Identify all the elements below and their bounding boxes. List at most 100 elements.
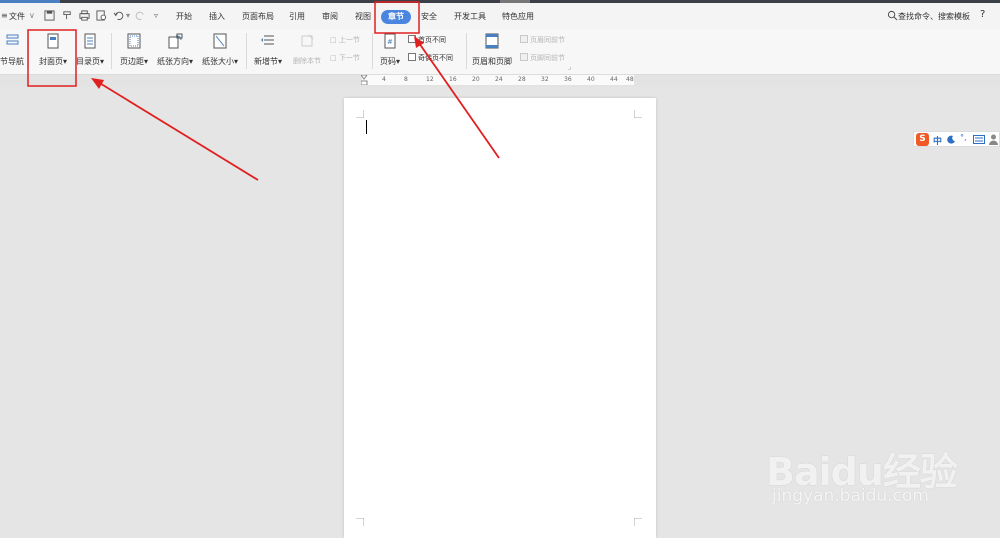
tab-insert[interactable]: 插入	[209, 11, 225, 22]
redo-icon[interactable]	[135, 10, 146, 21]
margins-icon	[126, 33, 142, 49]
margins-label: 页边距▾	[119, 57, 148, 66]
ruler-bar: 4 8 12 16 20 24 28 32 36 40 44 48	[0, 75, 1000, 87]
ribbon-separator	[28, 33, 29, 69]
tab-page-layout[interactable]: 页面布局	[242, 11, 274, 22]
crop-mark-bottom-right	[634, 518, 642, 526]
moon-icon[interactable]	[947, 135, 956, 144]
section-navigation-button[interactable]: 节导航	[0, 33, 24, 67]
crop-mark-top-right	[634, 110, 642, 118]
cover-page-label: 封面页▾	[38, 57, 67, 66]
crop-mark-bottom-left	[356, 518, 364, 526]
section-navigation-icon	[4, 33, 20, 49]
tab-section[interactable]: 章节	[381, 10, 411, 24]
undo-icon[interactable]	[113, 10, 124, 21]
annotation-arrow-line	[97, 81, 259, 181]
sogou-logo-icon: S	[916, 133, 929, 146]
header-footer-icon	[484, 33, 500, 49]
footer-same-as-prev-checkbox[interactable]: 页脚同前节	[520, 53, 565, 63]
help-button[interactable]: ?	[980, 9, 985, 20]
ruler-tick: 16	[449, 76, 457, 83]
indent-marker-icon[interactable]	[361, 75, 369, 85]
page-number-icon: #	[382, 33, 398, 49]
cover-page-button[interactable]: 封面页▾	[36, 33, 70, 67]
first-page-different-checkbox[interactable]: 首页不同	[408, 35, 446, 45]
horizontal-ruler[interactable]: 4 8 12 16 20 24 28 32 36 40 44 48	[361, 75, 634, 85]
tab-developer-tools[interactable]: 开发工具	[454, 11, 486, 22]
ribbon-separator	[466, 33, 467, 69]
delete-section-label: 删除本节	[293, 57, 321, 65]
next-section-label: 下一节	[338, 54, 360, 62]
format-painter-icon[interactable]	[62, 10, 73, 21]
odd-even-different-checkbox[interactable]: 奇偶页不同	[408, 53, 453, 63]
orientation-icon	[167, 33, 183, 49]
ruler-tick: 40	[587, 76, 595, 83]
first-page-different-label: 首页不同	[418, 36, 446, 44]
toc-page-label: 目录页▾	[75, 57, 104, 66]
header-footer-label: 页眉和页脚	[472, 57, 512, 66]
ruler-tick: 48	[626, 76, 634, 83]
keyboard-icon[interactable]	[973, 135, 985, 144]
odd-even-different-label: 奇偶页不同	[418, 54, 453, 62]
punctuation-icon[interactable]: °,	[960, 133, 967, 142]
ruler-tick: 20	[472, 76, 480, 83]
header-footer-button[interactable]: 页眉和页脚	[471, 33, 513, 67]
checkbox-icon	[520, 35, 528, 43]
ime-toolbar[interactable]: S 中 °,	[913, 131, 1000, 147]
header-same-as-prev-checkbox[interactable]: 页眉同前节	[520, 35, 565, 45]
undo-dropdown-icon[interactable]: ▾	[126, 11, 130, 20]
ruler-tick: 28	[518, 76, 526, 83]
customize-toolbar-icon[interactable]: ▿	[154, 11, 158, 20]
delete-section-button[interactable]: 删除本节	[289, 33, 325, 66]
orientation-button[interactable]: 纸张方向▾	[155, 33, 195, 67]
print-preview-icon[interactable]	[96, 10, 107, 21]
checkbox-icon	[408, 53, 416, 61]
ribbon-separator	[246, 33, 247, 69]
tab-security[interactable]: 安全	[421, 11, 437, 22]
paper-size-label: 纸张大小▾	[201, 57, 238, 66]
new-section-label: 新增节▾	[253, 57, 282, 66]
new-section-icon	[260, 33, 276, 49]
footer-same-as-prev-label: 页脚同前节	[530, 54, 565, 62]
checkbox-icon	[520, 53, 528, 61]
tab-home[interactable]: 开始	[176, 11, 192, 22]
next-section-icon: □	[330, 54, 337, 62]
paper-size-button[interactable]: 纸张大小▾	[200, 33, 240, 67]
margins-button[interactable]: 页边距▾	[118, 33, 150, 67]
ruler-tick: 36	[564, 76, 572, 83]
ruler-tick: 4	[382, 76, 386, 83]
chevron-down-icon[interactable]: ∨	[29, 11, 35, 20]
command-search[interactable]: 查找命令、搜索模板	[898, 11, 970, 22]
file-menu[interactable]: 文件	[9, 11, 25, 22]
prev-section-label: 上一节	[338, 36, 360, 44]
prev-section-button[interactable]: □ 上一节	[330, 35, 360, 45]
ribbon-group-expand-icon[interactable]: ⌟	[568, 63, 571, 71]
ribbon-separator	[372, 33, 373, 69]
page-number-button[interactable]: # 页码▾	[377, 33, 403, 67]
tab-review[interactable]: 审阅	[322, 11, 338, 22]
toc-page-button[interactable]: 目录页▾	[74, 33, 106, 67]
watermark-url: jingyan.baidu.com	[772, 486, 929, 506]
ruler-tick: 44	[610, 76, 618, 83]
tab-special-apps[interactable]: 特色应用	[502, 11, 534, 22]
search-icon[interactable]	[887, 10, 898, 21]
menu-icon[interactable]: ≡	[1, 11, 8, 20]
paper-size-icon	[212, 33, 228, 49]
save-icon[interactable]	[44, 10, 55, 21]
toc-page-icon	[82, 33, 98, 49]
document-page[interactable]	[344, 98, 656, 538]
print-icon[interactable]	[79, 10, 90, 21]
delete-section-icon	[299, 33, 315, 49]
text-cursor	[366, 120, 367, 134]
ruler-tick: 32	[541, 76, 549, 83]
orientation-label: 纸张方向▾	[156, 57, 193, 66]
tab-view[interactable]: 视图	[355, 11, 371, 22]
new-section-button[interactable]: 新增节▾	[251, 33, 285, 67]
tab-references[interactable]: 引用	[289, 11, 305, 22]
user-icon[interactable]	[989, 134, 998, 145]
ribbon-separator	[111, 33, 112, 69]
next-section-button[interactable]: □ 下一节	[330, 53, 360, 63]
ruler-tick: 8	[404, 76, 408, 83]
header-same-as-prev-label: 页眉同前节	[530, 36, 565, 44]
ime-language-mode[interactable]: 中	[933, 134, 942, 147]
